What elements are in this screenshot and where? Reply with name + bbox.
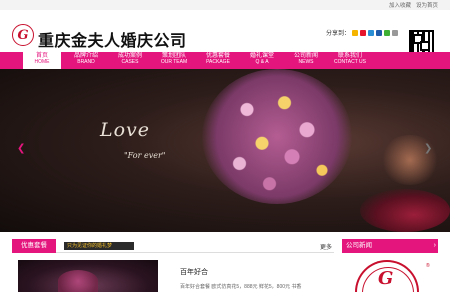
nav-contact[interactable]: 联系我们 CONTACT US (330, 52, 370, 69)
nav-brand[interactable]: 品牌介绍 BRAND (66, 52, 106, 69)
banner-prev-arrow[interactable]: ❮ (17, 143, 25, 154)
tencent-weibo-icon[interactable] (368, 29, 375, 36)
qzone-icon[interactable] (352, 29, 359, 36)
article-title[interactable]: 百年好合 (180, 267, 208, 277)
header: G 重庆金夫人婚庆公司 分享到： (0, 10, 450, 55)
news-tab: 公司新闻 (346, 242, 372, 249)
company-logo[interactable]: G (12, 24, 34, 46)
nav-sublabel: CASES (121, 59, 139, 65)
nav-cases[interactable]: 成功案例 CASES (110, 52, 150, 69)
main-nav: 首页 HOME 品牌介绍 BRAND 成功案例 CASES 策划团队 OUR TEAM … (0, 52, 450, 69)
nav-sublabel: HOME (34, 59, 50, 65)
nav-sublabel: OUR TEAM (160, 59, 188, 65)
brand-name: 重庆金夫人婚庆公司 (38, 33, 187, 50)
nav-package[interactable]: 优惠套餐 PACKAGE (198, 52, 238, 69)
more-share-icon[interactable] (392, 29, 399, 36)
nav-sublabel: BRAND (77, 59, 95, 65)
top-bar: 加入收藏 设为首页 (0, 0, 450, 10)
nav-team[interactable]: 策划团队 OUR TEAM (154, 52, 194, 69)
packages-slogan: 只为见证你的婚礼梦 (64, 242, 134, 250)
nav-sublabel: Q & A (255, 59, 269, 65)
article-summary: 百年好合套餐 欧式仿真花5，888元 鲜花5，800元 书香 (180, 284, 302, 290)
wechat-icon[interactable] (384, 29, 391, 36)
nav-sublabel: NEWS (298, 59, 314, 65)
news-section-header[interactable]: 公司新闻 › (342, 239, 438, 253)
package-thumbnail[interactable] (18, 260, 158, 292)
company-emblem: G (355, 260, 419, 292)
flower-ball-image (202, 69, 352, 204)
nav-qa[interactable]: 婚礼课堂 Q & A (242, 52, 282, 69)
top-links: 加入收藏 设为首页 (389, 1, 438, 9)
share-label: 分享到： (326, 31, 351, 37)
hero-banner[interactable] (0, 69, 450, 232)
packages-tab[interactable]: 优惠套餐 (12, 239, 56, 253)
nav-sublabel: CONTACT US (333, 59, 367, 65)
weibo-icon[interactable] (360, 29, 367, 36)
more-link[interactable]: 更多 (320, 242, 332, 251)
nav-home[interactable]: 首页 HOME (22, 52, 62, 69)
add-favorite-link[interactable]: 加入收藏 (389, 1, 411, 9)
banner-next-arrow[interactable]: ❯ (424, 143, 432, 154)
registered-mark: ® (426, 263, 430, 269)
nav-sublabel: PACKAGE (206, 59, 230, 65)
banner-subtitle: "For ever" (124, 151, 166, 160)
set-homepage-link[interactable]: 设为首页 (416, 1, 438, 9)
chevron-right-icon: › (433, 242, 436, 249)
share-bar: 分享到： (326, 28, 399, 37)
table-rose (360, 189, 450, 232)
emblem-glyph: G (378, 268, 394, 289)
nav-news[interactable]: 公司新闻 NEWS (286, 52, 326, 69)
packages-section-header: 优惠套餐 只为见证你的婚礼梦 更多 (12, 239, 334, 253)
renren-icon[interactable] (376, 29, 383, 36)
banner-title: Love (100, 119, 151, 141)
logo-glyph: G (17, 27, 29, 43)
